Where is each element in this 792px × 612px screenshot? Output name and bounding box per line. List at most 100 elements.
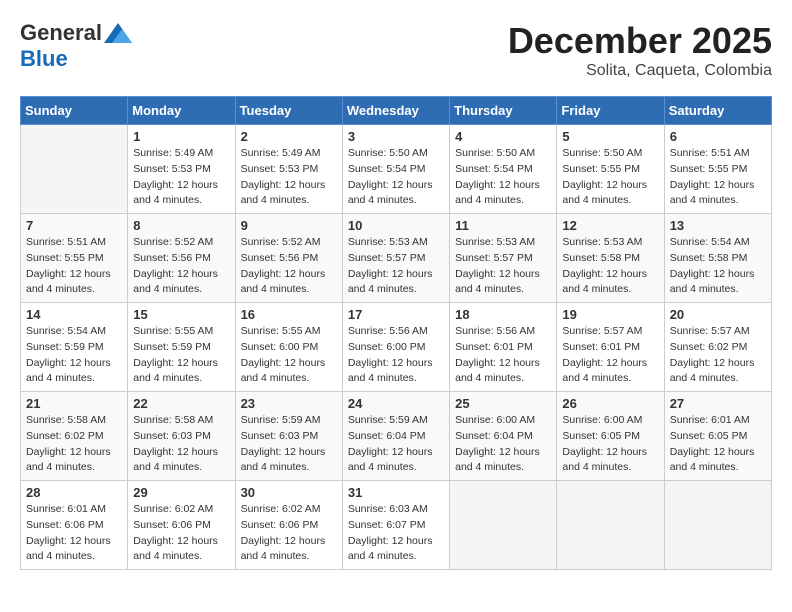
calendar-cell: 21 Sunrise: 5:58 AM Sunset: 6:02 PM Dayli…	[21, 392, 128, 481]
day-number: 14	[26, 307, 122, 322]
day-number: 8	[133, 218, 229, 233]
day-info: Sunrise: 5:53 AM Sunset: 5:58 PM Dayligh…	[562, 235, 658, 298]
calendar-cell: 20 Sunrise: 5:57 AM Sunset: 6:02 PM Dayli…	[664, 303, 771, 392]
day-info: Sunrise: 5:56 AM Sunset: 6:01 PM Dayligh…	[455, 324, 551, 387]
day-info: Sunrise: 5:49 AM Sunset: 5:53 PM Dayligh…	[241, 146, 337, 209]
calendar-cell	[557, 481, 664, 570]
day-number: 3	[348, 129, 444, 144]
day-info: Sunrise: 6:00 AM Sunset: 6:05 PM Dayligh…	[562, 413, 658, 476]
day-info: Sunrise: 5:57 AM Sunset: 6:02 PM Dayligh…	[670, 324, 766, 387]
day-info: Sunrise: 5:52 AM Sunset: 5:56 PM Dayligh…	[133, 235, 229, 298]
calendar-cell: 2Sunrise: 5:49 AM Sunset: 5:53 PM Daylig…	[235, 125, 342, 214]
calendar-cell: 15 Sunrise: 5:55 AM Sunset: 5:59 PM Dayli…	[128, 303, 235, 392]
day-number: 15	[133, 307, 229, 322]
calendar-cell: 23 Sunrise: 5:59 AM Sunset: 6:03 PM Dayli…	[235, 392, 342, 481]
day-info: Sunrise: 5:51 AM Sunset: 5:55 PM Dayligh…	[670, 146, 766, 209]
calendar-cell: 31 Sunrise: 6:03 AM Sunset: 6:07 PM Dayli…	[342, 481, 449, 570]
day-info: Sunrise: 5:57 AM Sunset: 6:01 PM Dayligh…	[562, 324, 658, 387]
page-header: General Blue December 2025 Solita, Caque…	[20, 20, 772, 80]
calendar-cell: 30 Sunrise: 6:02 AM Sunset: 6:06 PM Dayli…	[235, 481, 342, 570]
day-number: 11	[455, 218, 551, 233]
calendar-cell: 1Sunrise: 5:49 AM Sunset: 5:53 PM Daylig…	[128, 125, 235, 214]
day-number: 20	[670, 307, 766, 322]
day-number: 18	[455, 307, 551, 322]
logo-general-text: General	[20, 20, 102, 46]
calendar-cell: 11Sunrise: 5:53 AM Sunset: 5:57 PM Dayli…	[450, 214, 557, 303]
day-number: 28	[26, 485, 122, 500]
day-number: 17	[348, 307, 444, 322]
logo-blue-text: Blue	[20, 46, 68, 71]
calendar-body: 1 Sunrise: 5:49 AM Sunset: 5:53 PM Daylig…	[21, 125, 772, 570]
day-info: Sunrise: 6:02 AM Sunset: 6:06 PM Dayligh…	[241, 502, 337, 565]
day-of-week-header: Monday	[128, 97, 235, 125]
day-info: Sunrise: 5:58 AM Sunset: 6:03 PM Dayligh…	[133, 413, 229, 476]
day-number: 31	[348, 485, 444, 500]
day-info: Sunrise: 6:01 AM Sunset: 6:06 PM Dayligh…	[26, 502, 122, 565]
day-number: 30	[241, 485, 337, 500]
calendar-cell: 27Sunrise: 6:01 AM Sunset: 6:05 PM Dayli…	[664, 392, 771, 481]
calendar-table: SundayMondayTuesdayWednesdayThursdayFrid…	[20, 96, 772, 570]
calendar-cell: 18 Sunrise: 5:56 AM Sunset: 6:01 PM Dayli…	[450, 303, 557, 392]
location-text: Solita, Caqueta, Colombia	[508, 62, 772, 80]
day-number: 19	[562, 307, 658, 322]
day-number: 7	[26, 218, 122, 233]
calendar-cell: 25Sunrise: 6:00 AM Sunset: 6:04 PM Dayli…	[450, 392, 557, 481]
calendar-cell: 29Sunrise: 6:02 AM Sunset: 6:06 PM Dayli…	[128, 481, 235, 570]
calendar-cell: 4 Sunrise: 5:50 AM Sunset: 5:54 PM Daylig…	[450, 125, 557, 214]
day-of-week-header: Tuesday	[235, 97, 342, 125]
logo: General Blue	[20, 20, 132, 72]
day-number: 13	[670, 218, 766, 233]
day-info: Sunrise: 5:53 AM Sunset: 5:57 PM Dayligh…	[348, 235, 444, 298]
day-number: 26	[562, 396, 658, 411]
calendar-cell: 26 Sunrise: 6:00 AM Sunset: 6:05 PM Dayli…	[557, 392, 664, 481]
day-number: 21	[26, 396, 122, 411]
day-number: 22	[133, 396, 229, 411]
day-number: 5	[562, 129, 658, 144]
day-info: Sunrise: 6:03 AM Sunset: 6:07 PM Dayligh…	[348, 502, 444, 565]
calendar-week-row: 21 Sunrise: 5:58 AM Sunset: 6:02 PM Dayli…	[21, 392, 772, 481]
day-number: 10	[348, 218, 444, 233]
day-info: Sunrise: 5:59 AM Sunset: 6:04 PM Dayligh…	[348, 413, 444, 476]
logo-icon	[104, 23, 132, 43]
day-info: Sunrise: 5:50 AM Sunset: 5:54 PM Dayligh…	[348, 146, 444, 209]
title-block: December 2025 Solita, Caqueta, Colombia	[508, 20, 772, 80]
day-number: 4	[455, 129, 551, 144]
calendar-cell: 7 Sunrise: 5:51 AM Sunset: 5:55 PM Daylig…	[21, 214, 128, 303]
calendar-cell: 5 Sunrise: 5:50 AM Sunset: 5:55 PM Daylig…	[557, 125, 664, 214]
day-info: Sunrise: 6:01 AM Sunset: 6:05 PM Dayligh…	[670, 413, 766, 476]
calendar-cell	[21, 125, 128, 214]
day-number: 23	[241, 396, 337, 411]
day-info: Sunrise: 5:52 AM Sunset: 5:56 PM Dayligh…	[241, 235, 337, 298]
day-info: Sunrise: 6:02 AM Sunset: 6:06 PM Dayligh…	[133, 502, 229, 565]
day-number: 24	[348, 396, 444, 411]
calendar-header-row: SundayMondayTuesdayWednesdayThursdayFrid…	[21, 97, 772, 125]
day-info: Sunrise: 5:51 AM Sunset: 5:55 PM Dayligh…	[26, 235, 122, 298]
day-of-week-header: Thursday	[450, 97, 557, 125]
day-info: Sunrise: 5:59 AM Sunset: 6:03 PM Dayligh…	[241, 413, 337, 476]
calendar-week-row: 1 Sunrise: 5:49 AM Sunset: 5:53 PM Daylig…	[21, 125, 772, 214]
calendar-cell	[664, 481, 771, 570]
calendar-cell: 13 Sunrise: 5:54 AM Sunset: 5:58 PM Dayli…	[664, 214, 771, 303]
day-number: 16	[241, 307, 337, 322]
day-of-week-header: Sunday	[21, 97, 128, 125]
day-of-week-header: Saturday	[664, 97, 771, 125]
day-number: 12	[562, 218, 658, 233]
day-number: 1	[133, 129, 229, 144]
calendar-cell	[450, 481, 557, 570]
day-info: Sunrise: 5:50 AM Sunset: 5:54 PM Dayligh…	[455, 146, 551, 209]
day-number: 6	[670, 129, 766, 144]
calendar-cell: 6 Sunrise: 5:51 AM Sunset: 5:55 PM Daylig…	[664, 125, 771, 214]
calendar-cell: 17Sunrise: 5:56 AM Sunset: 6:00 PM Dayli…	[342, 303, 449, 392]
calendar-week-row: 14 Sunrise: 5:54 AM Sunset: 5:59 PM Dayli…	[21, 303, 772, 392]
day-number: 9	[241, 218, 337, 233]
day-of-week-header: Friday	[557, 97, 664, 125]
calendar-cell: 12 Sunrise: 5:53 AM Sunset: 5:58 PM Dayli…	[557, 214, 664, 303]
day-info: Sunrise: 5:58 AM Sunset: 6:02 PM Dayligh…	[26, 413, 122, 476]
day-info: Sunrise: 5:55 AM Sunset: 5:59 PM Dayligh…	[133, 324, 229, 387]
day-info: Sunrise: 5:50 AM Sunset: 5:55 PM Dayligh…	[562, 146, 658, 209]
calendar-cell: 16Sunrise: 5:55 AM Sunset: 6:00 PM Dayli…	[235, 303, 342, 392]
calendar-week-row: 7 Sunrise: 5:51 AM Sunset: 5:55 PM Daylig…	[21, 214, 772, 303]
day-info: Sunrise: 5:54 AM Sunset: 5:59 PM Dayligh…	[26, 324, 122, 387]
month-title: December 2025	[508, 20, 772, 62]
day-info: Sunrise: 5:54 AM Sunset: 5:58 PM Dayligh…	[670, 235, 766, 298]
